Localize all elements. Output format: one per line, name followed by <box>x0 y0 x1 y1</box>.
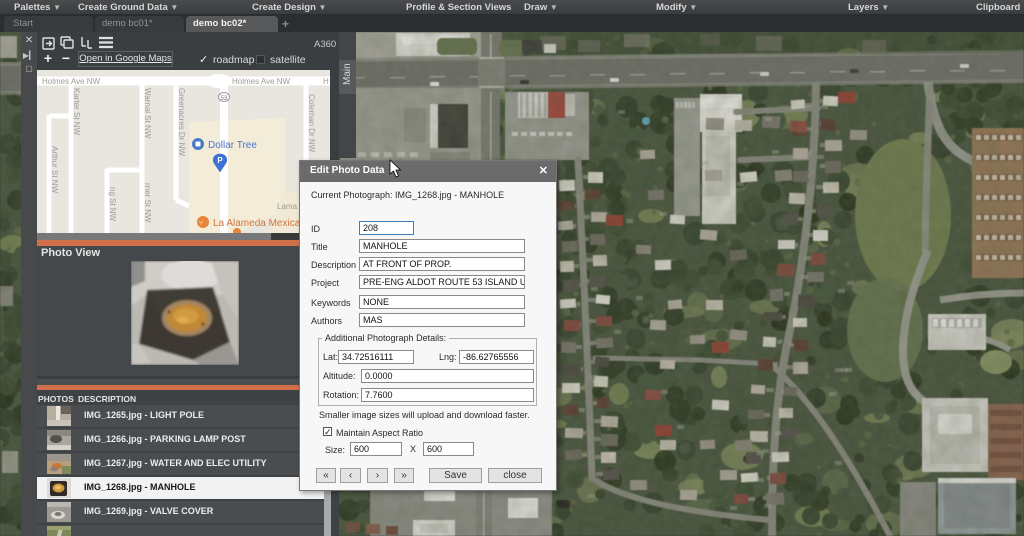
svg-text:rner St NW: rner St NW <box>143 183 152 223</box>
svg-text:Lama: Lama <box>277 202 298 211</box>
svg-text:Greenacres Dr NW: Greenacres Dr NW <box>177 88 186 156</box>
svg-text:⑂: ⑂ <box>199 220 203 227</box>
svg-text:H: H <box>323 77 329 86</box>
svg-text:P: P <box>217 156 223 165</box>
svg-text:A360: A360 <box>314 39 336 50</box>
svg-text:Holmes Ave NW: Holmes Ave NW <box>42 77 101 86</box>
svg-text:La Alameda Mexica: La Alameda Mexica <box>213 218 301 229</box>
svg-text:Coleman Dr NW: Coleman Dr NW <box>307 94 316 153</box>
svg-text:Warnal St NW: Warnal St NW <box>143 88 152 139</box>
svg-text:Holmes Ave NW: Holmes Ave NW <box>232 77 291 86</box>
svg-text:Dollar Tree: Dollar Tree <box>208 140 257 151</box>
svg-text:53: 53 <box>221 96 228 102</box>
svg-text:ng St NW: ng St NW <box>108 187 117 222</box>
svg-text:Karter St NW: Karter St NW <box>72 88 81 136</box>
svg-text:Arthur St NW: Arthur St NW <box>50 146 59 194</box>
